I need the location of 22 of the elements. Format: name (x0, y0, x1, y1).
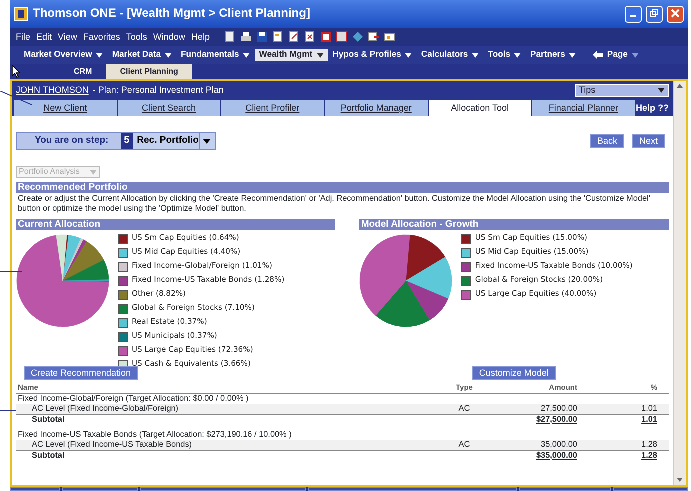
subtotal-value: 1.01 (642, 414, 658, 424)
subtotal-value: $35,000.00 (536, 450, 578, 460)
table-cell: AC Level (Fixed Income-Global/Foreign) (16, 404, 440, 414)
table-cell: AC (439, 404, 490, 414)
table-cell: 27,500.00 (489, 404, 580, 414)
subtotal-label: Subtotal (16, 450, 440, 461)
table-cell: AC Level (Fixed Income-US Taxable Bonds) (16, 440, 440, 450)
group-title: Fixed Income-Global/Foreign (Target Allocation: $0.00 / 0.00% ) (16, 393, 669, 404)
section-header: Model Allocation - Growth (359, 218, 669, 230)
table-cell: AC (439, 440, 490, 450)
plan-label: - Plan: Personal Investment Plan (92, 85, 224, 96)
subtotal-value: 1.28 (642, 450, 658, 460)
table-cell: 1.01 (579, 404, 660, 414)
table-cell: 35,000.00 (489, 440, 580, 450)
group-title: Fixed Income-US Taxable Bonds (Target Allocation: $273,190.16 / 10.00% ) (17, 430, 293, 440)
section-header: Recommended Portfolio (16, 182, 669, 193)
description: Create or adjust the Current Allocation by clicking the 'Create Recommendation' or 'Adj. Recommendation' button. Customize the Model Allocation using the 'Customize Model' button or optimize the model using the 'Optimize Model' button. (17, 193, 652, 215)
section-header: Current Allocation (16, 218, 336, 230)
window-title: Thomson ONE - [Wealth Mgmt > Client Planning] (33, 7, 310, 21)
table-cell: 1.28 (579, 440, 660, 450)
subtotal-label: Subtotal (16, 414, 440, 425)
subtotal-value: $27,500.00 (536, 414, 578, 424)
